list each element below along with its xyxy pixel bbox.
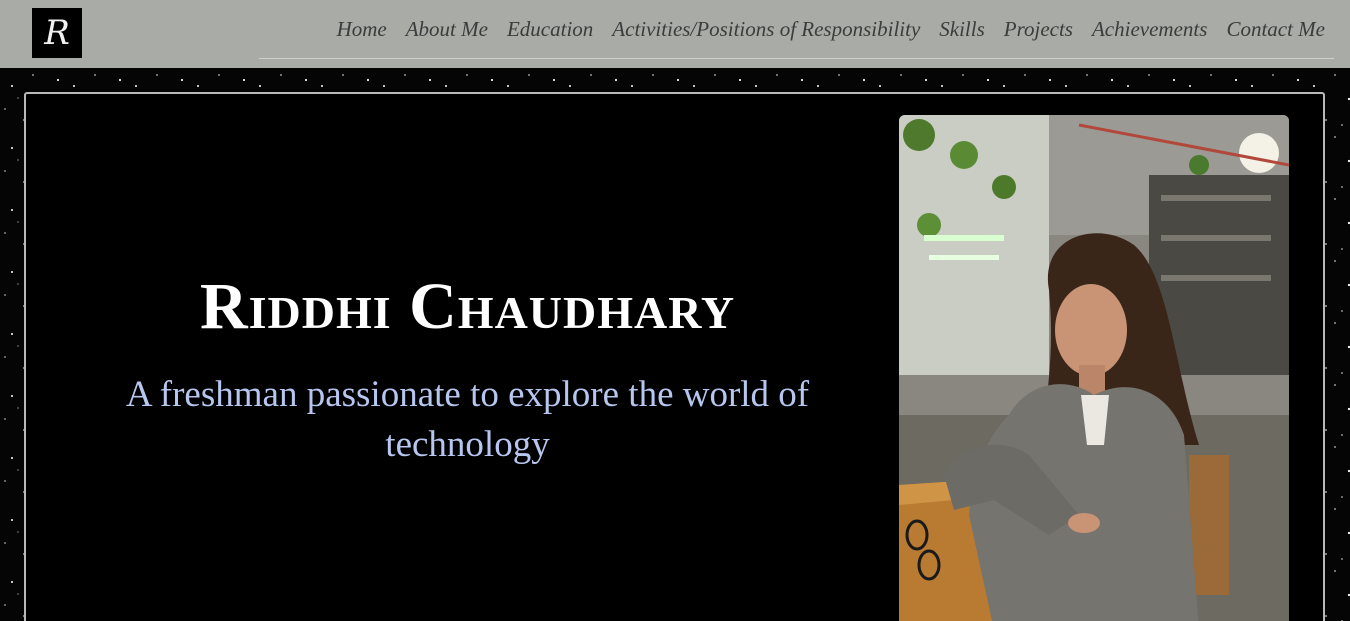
nav-links: Home About Me Education Activities/Posit… xyxy=(259,0,1334,59)
top-navbar: R Home About Me Education Activities/Pos… xyxy=(0,0,1350,68)
hero-section: Riddhi Chaudhary A freshman passionate t… xyxy=(24,92,1325,621)
logo-letter: R xyxy=(44,13,70,53)
nav-item-activities[interactable]: Activities/Positions of Responsibility xyxy=(612,17,920,42)
nav-item-projects[interactable]: Projects xyxy=(1004,17,1073,42)
nav-item-achievements[interactable]: Achievements xyxy=(1092,17,1207,42)
hero-name: Riddhi Chaudhary xyxy=(199,270,736,343)
nav-item-contact-me[interactable]: Contact Me xyxy=(1226,17,1325,42)
nav-item-about-me[interactable]: About Me xyxy=(406,17,488,42)
nav-item-home[interactable]: Home xyxy=(337,17,387,42)
nav-item-skills[interactable]: Skills xyxy=(939,17,985,42)
hero-tagline: A freshman passionate to explore the wor… xyxy=(125,374,810,465)
site-logo[interactable]: R xyxy=(32,8,82,58)
nav-item-education[interactable]: Education xyxy=(507,17,593,42)
profile-photo xyxy=(899,115,1289,621)
hero-text: Riddhi Chaudhary A freshman passionate t… xyxy=(76,274,859,470)
